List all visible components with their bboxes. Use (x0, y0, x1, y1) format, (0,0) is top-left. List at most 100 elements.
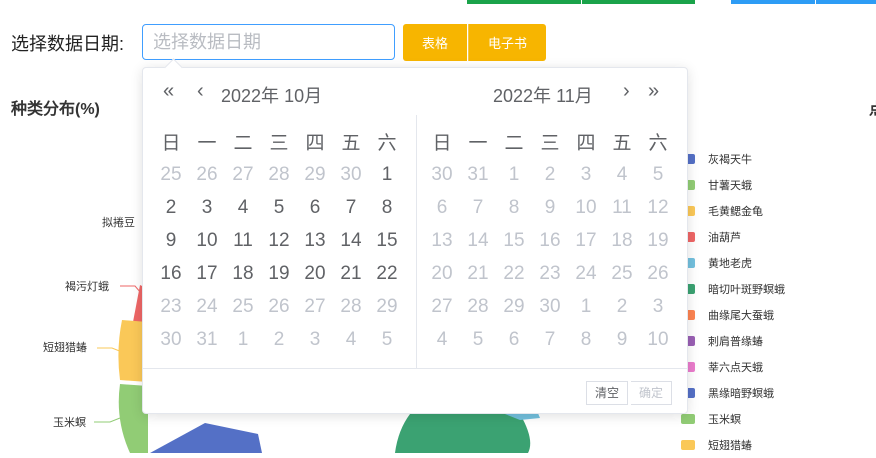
day-cell[interactable]: 10 (568, 191, 604, 224)
day-cell[interactable]: 1 (496, 158, 532, 191)
day-cell[interactable]: 3 (640, 290, 676, 323)
day-cell[interactable]: 8 (568, 323, 604, 356)
day-cell[interactable]: 15 (369, 224, 405, 257)
day-cell[interactable]: 5 (460, 323, 496, 356)
legend-item[interactable]: 暗切叶斑野螟蛾 (681, 276, 785, 302)
day-cell[interactable]: 11 (604, 191, 640, 224)
day-cell[interactable]: 28 (460, 290, 496, 323)
day-cell[interactable]: 6 (496, 323, 532, 356)
day-cell[interactable]: 4 (424, 323, 460, 356)
day-cell[interactable]: 16 (532, 224, 568, 257)
day-cell[interactable]: 31 (460, 158, 496, 191)
legend-item[interactable]: 灰褐天牛 (681, 146, 785, 172)
prev-year-icon[interactable]: « (163, 80, 174, 103)
day-cell[interactable]: 4 (604, 158, 640, 191)
day-cell[interactable]: 13 (424, 224, 460, 257)
day-cell[interactable]: 25 (604, 257, 640, 290)
day-cell[interactable]: 2 (532, 158, 568, 191)
day-cell[interactable]: 24 (568, 257, 604, 290)
day-cell[interactable]: 22 (369, 257, 405, 290)
next-year-icon[interactable]: » (648, 80, 659, 103)
day-cell[interactable]: 23 (532, 257, 568, 290)
day-cell[interactable]: 7 (333, 191, 369, 224)
day-cell[interactable]: 20 (424, 257, 460, 290)
day-cell[interactable]: 19 (640, 224, 676, 257)
legend-item[interactable]: 黑缘暗野螟蛾 (681, 380, 785, 406)
day-cell[interactable]: 4 (225, 191, 261, 224)
day-cell[interactable]: 5 (640, 158, 676, 191)
day-cell[interactable]: 19 (261, 257, 297, 290)
day-cell[interactable]: 7 (532, 323, 568, 356)
day-cell[interactable]: 13 (297, 224, 333, 257)
day-cell[interactable]: 21 (460, 257, 496, 290)
day-cell[interactable]: 15 (496, 224, 532, 257)
day-cell[interactable]: 5 (261, 191, 297, 224)
day-cell[interactable]: 6 (424, 191, 460, 224)
day-cell[interactable]: 29 (369, 290, 405, 323)
legend-item[interactable]: 刺肩普缘蝽 (681, 328, 785, 354)
clear-button[interactable]: 清空 (586, 381, 629, 405)
day-cell[interactable]: 14 (333, 224, 369, 257)
day-cell[interactable]: 9 (604, 323, 640, 356)
day-cell[interactable]: 17 (568, 224, 604, 257)
legend-item[interactable]: 玉米螟 (681, 406, 785, 432)
day-cell[interactable]: 18 (225, 257, 261, 290)
legend-item[interactable]: 莘六点天蛾 (681, 354, 785, 380)
day-cell[interactable]: 1 (225, 323, 261, 356)
day-cell[interactable]: 27 (225, 158, 261, 191)
day-cell[interactable]: 25 (153, 158, 189, 191)
legend-item[interactable]: 毛黄鳃金龟 (681, 198, 785, 224)
day-cell[interactable]: 25 (225, 290, 261, 323)
day-cell[interactable]: 30 (532, 290, 568, 323)
day-cell[interactable]: 3 (568, 158, 604, 191)
day-cell[interactable]: 1 (369, 158, 405, 191)
day-cell[interactable]: 2 (604, 290, 640, 323)
day-cell[interactable]: 27 (297, 290, 333, 323)
day-cell[interactable]: 2 (153, 191, 189, 224)
day-cell[interactable]: 14 (460, 224, 496, 257)
day-cell[interactable]: 16 (153, 257, 189, 290)
day-cell[interactable]: 8 (369, 191, 405, 224)
day-cell[interactable]: 12 (640, 191, 676, 224)
day-cell[interactable]: 3 (297, 323, 333, 356)
day-cell[interactable]: 11 (225, 224, 261, 257)
prev-month-icon[interactable]: ‹ (197, 80, 204, 103)
next-month-icon[interactable]: › (623, 80, 630, 103)
day-cell[interactable]: 23 (153, 290, 189, 323)
legend-item[interactable]: 甘薯天蛾 (681, 172, 785, 198)
day-cell[interactable]: 6 (297, 191, 333, 224)
day-cell[interactable]: 28 (261, 158, 297, 191)
day-cell[interactable]: 27 (424, 290, 460, 323)
day-cell[interactable]: 31 (189, 323, 225, 356)
day-cell[interactable]: 26 (640, 257, 676, 290)
day-cell[interactable]: 8 (496, 191, 532, 224)
day-cell[interactable]: 28 (333, 290, 369, 323)
day-cell[interactable]: 30 (153, 323, 189, 356)
legend-item[interactable]: 曲缘尾大蚕蛾 (681, 302, 785, 328)
legend-item[interactable]: 黄地老虎 (681, 250, 785, 276)
day-cell[interactable]: 12 (261, 224, 297, 257)
legend-item[interactable]: 油葫芦 (681, 224, 785, 250)
day-cell[interactable]: 17 (189, 257, 225, 290)
day-cell[interactable]: 9 (153, 224, 189, 257)
day-cell[interactable]: 26 (189, 158, 225, 191)
day-cell[interactable]: 7 (460, 191, 496, 224)
day-cell[interactable]: 2 (261, 323, 297, 356)
day-cell[interactable]: 30 (424, 158, 460, 191)
pie-slice-blue[interactable] (150, 423, 262, 453)
day-cell[interactable]: 4 (333, 323, 369, 356)
day-cell[interactable]: 21 (333, 257, 369, 290)
confirm-button[interactable]: 确定 (631, 381, 673, 405)
day-cell[interactable]: 24 (189, 290, 225, 323)
day-cell[interactable]: 18 (604, 224, 640, 257)
legend-item[interactable]: 短翅猎蝽 (681, 432, 785, 458)
day-cell[interactable]: 1 (568, 290, 604, 323)
day-cell[interactable]: 26 (261, 290, 297, 323)
day-cell[interactable]: 29 (297, 158, 333, 191)
day-cell[interactable]: 29 (496, 290, 532, 323)
pie-slice-dark-green[interactable] (395, 414, 531, 453)
day-cell[interactable]: 30 (333, 158, 369, 191)
day-cell[interactable]: 10 (189, 224, 225, 257)
day-cell[interactable]: 9 (532, 191, 568, 224)
day-cell[interactable]: 20 (297, 257, 333, 290)
